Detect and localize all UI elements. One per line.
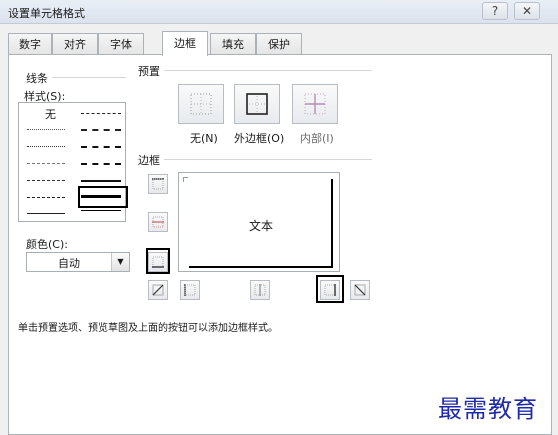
watermark-text: 最需教育 [438,395,538,423]
line-style-medium-dash-dot[interactable] [81,146,121,148]
line-style-medium-dash-dot-dot[interactable] [81,113,121,114]
title-bar: 设置单元格格式 ? ✕ [0,0,558,24]
bottom-border-highlight [146,248,170,274]
line-style-hair[interactable] [27,129,65,130]
preset-inside-icon [304,93,326,115]
line-style-dashed[interactable] [27,197,65,198]
preview-bottom-border [189,266,333,268]
color-value: 自动 [58,257,80,270]
diagonal-up-icon [152,284,164,296]
preview-text: 文本 [249,219,274,233]
border-inside-vertical-button[interactable] [250,280,270,300]
line-group-divider [52,77,126,78]
tab-border[interactable]: 边框 [162,31,208,56]
border-left-icon [184,284,196,296]
diagonal-down-icon [354,284,366,296]
border-group-divider [164,159,372,160]
close-button[interactable]: ✕ [514,2,540,20]
tab-alignment[interactable]: 对齐 [52,33,98,55]
color-dropdown[interactable]: 自动 ▼ [26,252,130,272]
preset-none-label: 无(N) [190,132,218,145]
preset-outline-icon [246,93,268,115]
tab-font[interactable]: 字体 [98,33,144,55]
preset-outline-label: 外边框(O) [234,132,285,145]
help-button[interactable]: ? [482,2,508,20]
hint-text: 单击预置选项、预览草图及上面的按钮可以添加边框样式。 [18,323,278,334]
border-inside-horizontal-button[interactable] [148,212,168,232]
preset-none-icon [190,93,212,115]
line-style-thin[interactable] [27,213,65,214]
line-style-dash-dot-dot[interactable] [27,163,65,164]
border-top-button[interactable] [148,174,168,194]
preset-group-title: 预置 [138,65,160,78]
preset-none-button[interactable] [178,84,224,124]
preview-corner-mark [183,177,188,182]
selected-line-style-highlight [78,186,128,208]
close-icon: ✕ [521,4,533,18]
help-icon: ? [491,4,499,18]
preview-right-border [331,179,333,268]
border-group-title: 边框 [138,154,160,167]
line-style-dotted[interactable] [27,146,65,147]
line-style-medium[interactable] [81,180,121,182]
preset-outline-button[interactable] [234,84,280,124]
line-style-none[interactable]: 无 [45,106,56,122]
line-style-medium-dashed[interactable] [81,163,121,165]
right-border-highlight [316,275,344,303]
line-style-slant-dash-dot[interactable] [81,129,121,131]
border-left-button[interactable] [180,280,200,300]
preset-inside-button[interactable] [292,84,338,124]
border-inside-horizontal-icon [152,216,164,228]
border-diagonal-up-button[interactable] [148,280,168,300]
preset-inside-label: 内部(I) [300,132,334,145]
border-preview[interactable]: 文本 [178,172,340,272]
tab-protection[interactable]: 保护 [256,33,302,55]
preset-group-divider [164,70,372,71]
border-top-icon [152,178,164,190]
color-label: 颜色(C): [26,238,68,251]
line-group-title: 线条 [26,72,48,85]
tab-fill[interactable]: 填充 [210,33,256,55]
border-inside-vertical-icon [254,284,266,296]
line-style-dash-dot[interactable] [27,180,65,181]
tab-number[interactable]: 数字 [8,33,52,55]
border-diagonal-down-button[interactable] [350,280,370,300]
dialog-title: 设置单元格格式 [8,7,85,20]
chevron-down-icon[interactable]: ▼ [111,253,129,271]
